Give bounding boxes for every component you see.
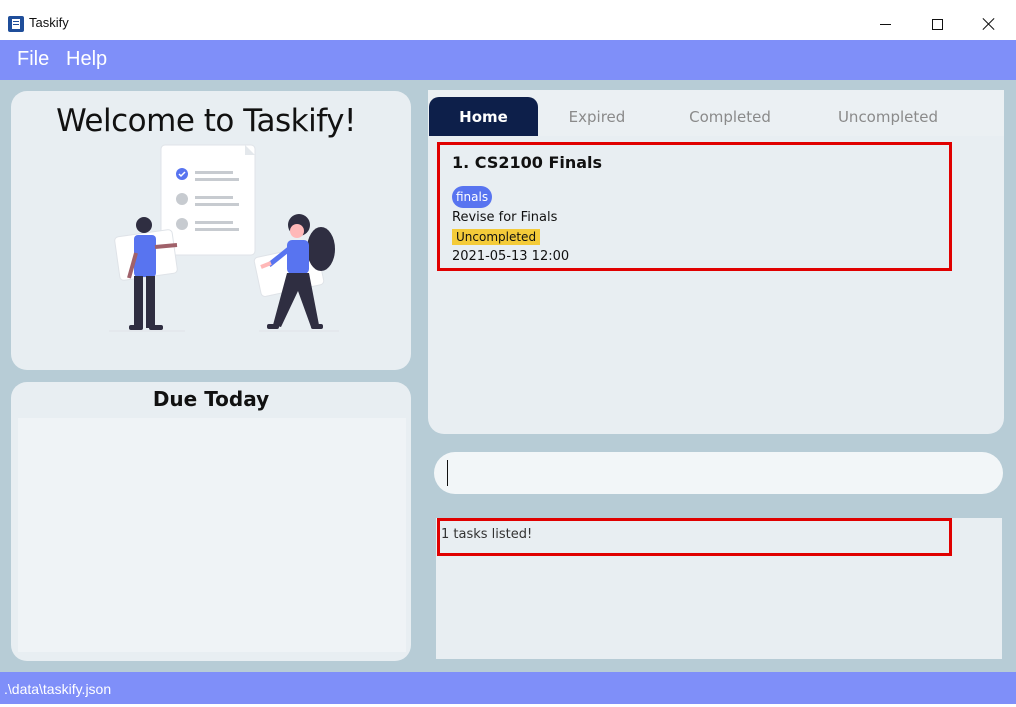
tab-bar: Home Expired Completed Uncompleted [428, 90, 1004, 136]
menu-help[interactable]: Help [66, 48, 107, 71]
minimize-button[interactable] [862, 8, 908, 40]
minimize-icon [879, 23, 891, 25]
status-bar: .\data\taskify.json [0, 672, 1016, 704]
maximize-button[interactable] [914, 8, 960, 40]
title-bar: Taskify [0, 8, 1016, 40]
due-today-title: Due Today [152, 387, 270, 411]
command-input[interactable] [434, 452, 1003, 494]
close-icon [982, 17, 996, 31]
welcome-title: Welcome to Taskify! [56, 103, 356, 139]
menu-bar: File Help [0, 40, 1016, 80]
text-caret [447, 460, 448, 486]
app-icon [8, 16, 24, 32]
tab-home[interactable]: Home [429, 97, 538, 136]
due-today-list[interactable] [18, 418, 406, 652]
tab-uncompleted[interactable]: Uncompleted [813, 97, 963, 136]
maximize-icon [931, 18, 943, 30]
tab-completed[interactable]: Completed [664, 97, 796, 136]
due-today-panel: Due Today [11, 382, 411, 661]
tab-expired[interactable]: Expired [543, 97, 651, 136]
result-text-highlight [437, 518, 952, 556]
menu-file[interactable]: File [17, 48, 49, 71]
close-button[interactable] [966, 8, 1012, 40]
window-title: Taskify [29, 15, 69, 30]
two-people-checklist-illustration [109, 144, 339, 332]
welcome-panel: Welcome to Taskify! [11, 91, 411, 370]
data-file-path: .\data\taskify.json [4, 681, 112, 697]
task-card-highlight [437, 142, 952, 271]
